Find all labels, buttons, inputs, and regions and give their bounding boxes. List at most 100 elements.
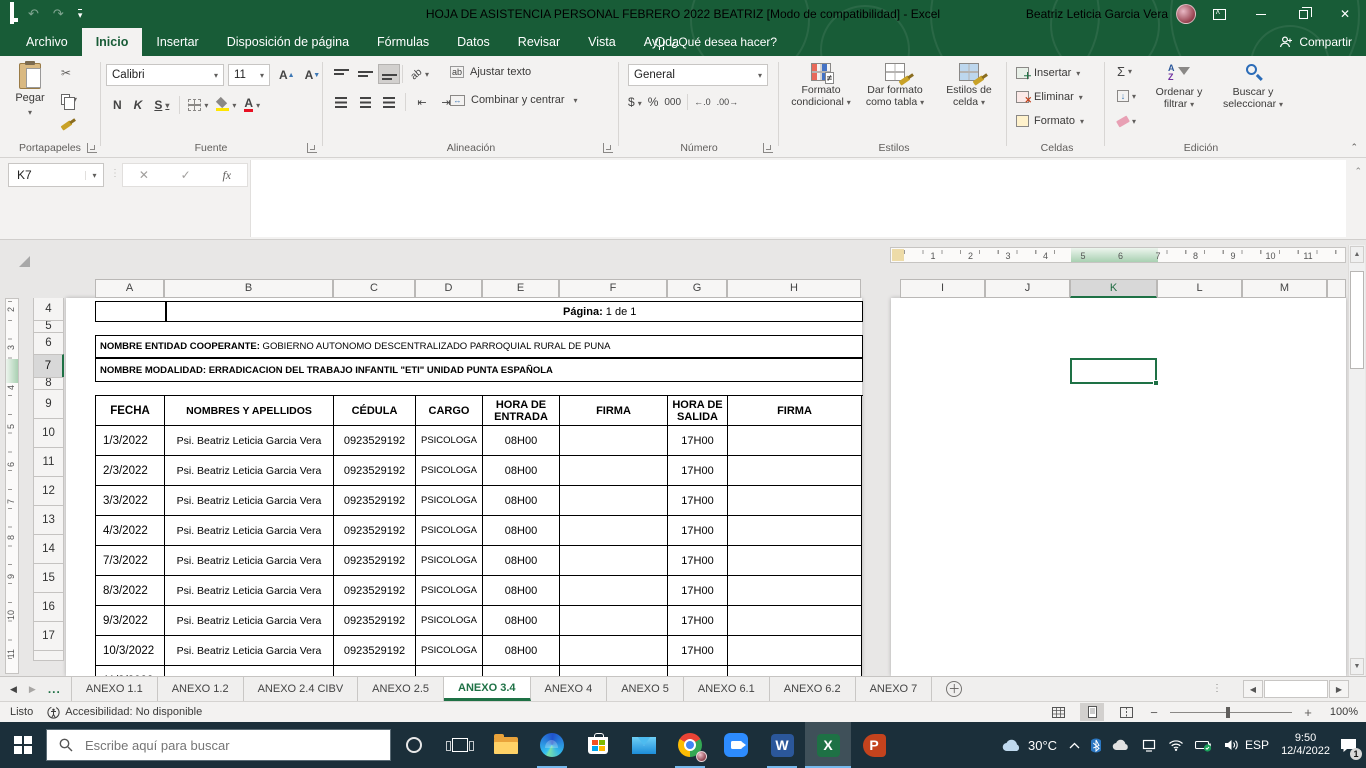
table-cell[interactable]: 0923529192 [334, 576, 416, 606]
file-explorer-button[interactable] [483, 722, 529, 768]
table-cell[interactable] [560, 456, 668, 486]
page-layout-view-button[interactable] [1080, 703, 1104, 721]
minimize-button[interactable] [1240, 0, 1282, 28]
table-cell[interactable] [560, 486, 668, 516]
row-header-14[interactable]: 14 [33, 534, 64, 564]
align-middle-icon[interactable] [354, 64, 376, 84]
table-cell[interactable]: 0923529192 [334, 606, 416, 636]
sheet-tab-anexo-1-2[interactable]: ANEXO 1.2 [158, 677, 244, 701]
enter-icon[interactable]: ✓ [181, 168, 191, 182]
scroll-left-icon[interactable]: ◀ [1243, 680, 1263, 698]
table-cell[interactable] [728, 546, 862, 576]
table-cell[interactable]: 08H00 [483, 576, 560, 606]
table-cell[interactable] [560, 576, 668, 606]
increase-font-icon[interactable]: A ▲ [274, 64, 300, 86]
table-cell[interactable]: PSICOLOGA [416, 516, 483, 546]
delete-cells-button[interactable]: ✕ Eliminar ▾ [1016, 86, 1083, 108]
align-right-icon[interactable] [378, 92, 400, 112]
undo-icon[interactable]: ↶ [28, 0, 39, 28]
font-color-button[interactable]: A [241, 94, 263, 116]
table-cell[interactable]: 08H00 [483, 516, 560, 546]
powerpoint-button[interactable]: P [851, 722, 897, 768]
table-cell[interactable]: 3/3/2022 [96, 486, 165, 516]
ribbon-tab-archivo[interactable]: Archivo [12, 28, 82, 56]
sort-filter-button[interactable]: A Z Ordenar y filtrar ▾ [1146, 60, 1212, 111]
table-cell[interactable] [560, 606, 668, 636]
table-cell[interactable]: 08H00 [483, 456, 560, 486]
display-cast-icon[interactable] [1141, 739, 1157, 752]
bluetooth-icon[interactable] [1091, 738, 1102, 753]
table-cell[interactable]: PSICOLOGA [416, 606, 483, 636]
vertical-scroll-thumb[interactable] [1350, 271, 1364, 369]
table-cell[interactable]: 10/3/2022 [96, 636, 165, 666]
table-cell[interactable]: Psi. Beatriz Leticia Garcia Vera [165, 486, 334, 516]
insert-function-icon[interactable]: fx [222, 168, 231, 183]
weather-widget[interactable]: 30°C [994, 738, 1065, 753]
table-cell[interactable]: 2/3/2022 [96, 456, 165, 486]
row-header-9[interactable]: 9 [33, 389, 64, 419]
autosum-button[interactable]: Σ [1114, 60, 1139, 82]
sheet-tab-anexo-6-2[interactable]: ANEXO 6.2 [770, 677, 856, 701]
table-cell[interactable]: 0923529192 [334, 546, 416, 576]
row-header-4[interactable]: 4 [33, 298, 64, 321]
insert-cells-button[interactable]: ＋ Insertar ▾ [1016, 62, 1080, 84]
ribbon-tab-revisar[interactable]: Revisar [504, 28, 574, 56]
conditional-formatting-button[interactable]: ≠ Formato condicional ▾ [784, 60, 858, 109]
customize-qat-icon[interactable]: ▾ [77, 8, 83, 20]
table-cell[interactable]: 17H00 [668, 666, 728, 676]
sheet-tabs-overflow[interactable]: ... [48, 682, 61, 696]
table-cell[interactable] [728, 576, 862, 606]
ribbon-display-options-button[interactable] [1198, 0, 1240, 28]
mail-button[interactable] [621, 722, 667, 768]
font-size-combo[interactable]: 11 ▾ [228, 64, 270, 86]
table-cell[interactable]: PSICOLOGA [416, 456, 483, 486]
normal-view-button[interactable] [1046, 703, 1070, 721]
align-bottom-icon[interactable] [378, 64, 400, 84]
close-button[interactable]: ✕ [1324, 0, 1366, 28]
taskbar-search[interactable] [46, 729, 391, 761]
scroll-right-icon[interactable]: ▶ [1329, 680, 1349, 698]
table-cell[interactable]: 08H00 [483, 426, 560, 456]
column-header-a[interactable]: A [95, 279, 164, 298]
table-cell[interactable]: 1/3/2022 [96, 426, 165, 456]
font-name-combo[interactable]: Calibri ▾ [106, 64, 224, 86]
row-header-partial[interactable] [33, 650, 64, 661]
format-as-table-button[interactable]: Dar formato como tabla ▾ [858, 60, 932, 109]
table-cell[interactable]: Psi. Beatriz Leticia Garcia Vera [165, 456, 334, 486]
row-header-15[interactable]: 15 [33, 563, 64, 593]
column-header-k[interactable]: K [1070, 279, 1157, 298]
comma-style-button[interactable]: 000 [664, 97, 681, 108]
table-cell[interactable]: Psi. Beatriz Leticia Garcia Vera [165, 606, 334, 636]
chrome-button[interactable] [667, 722, 713, 768]
percent-button[interactable]: % [648, 95, 659, 109]
edge-button[interactable] [529, 722, 575, 768]
share-button[interactable]: Compartir [1279, 28, 1352, 56]
table-cell[interactable]: 17H00 [668, 486, 728, 516]
table-cell[interactable]: 17H00 [668, 426, 728, 456]
column-header-e[interactable]: E [482, 279, 559, 298]
vertical-scrollbar[interactable]: ▲ ▼ [1348, 245, 1365, 676]
row-header-10[interactable]: 10 [33, 418, 64, 448]
collapse-ribbon-icon[interactable]: ⌃ [1350, 142, 1358, 153]
scroll-down-icon[interactable]: ▼ [1350, 658, 1364, 675]
start-button[interactable] [0, 722, 46, 768]
align-left-icon[interactable] [330, 92, 352, 112]
column-header-f[interactable]: F [559, 279, 667, 298]
cell-styles-button[interactable]: Estilos de celda ▾ [932, 60, 1006, 109]
account-info[interactable]: Beatriz Leticia Garcia Vera [1026, 0, 1196, 28]
column-header-g[interactable]: G [667, 279, 727, 298]
formula-bar-splitter[interactable]: ⋮ [110, 168, 120, 179]
accessibility-status[interactable]: Accesibilidad: No disponible [47, 705, 202, 719]
redo-icon[interactable]: ↷ [53, 0, 64, 28]
table-cell[interactable]: 17H00 [668, 576, 728, 606]
table-cell[interactable]: 08H00 [483, 546, 560, 576]
table-cell[interactable]: PSICOLOGA [416, 546, 483, 576]
table-cell[interactable]: 08H00 [483, 606, 560, 636]
sheet-nav-right-icon[interactable]: ▶ [29, 684, 36, 695]
name-box[interactable]: K7 ▾ [8, 163, 104, 187]
table-cell[interactable]: PSICOLOGA [416, 486, 483, 516]
search-input[interactable] [83, 736, 363, 754]
fill-button[interactable]: ↓ [1114, 85, 1139, 107]
onedrive-icon[interactable] [1112, 739, 1130, 751]
tab-splitter[interactable]: ⋮ [1212, 683, 1222, 694]
